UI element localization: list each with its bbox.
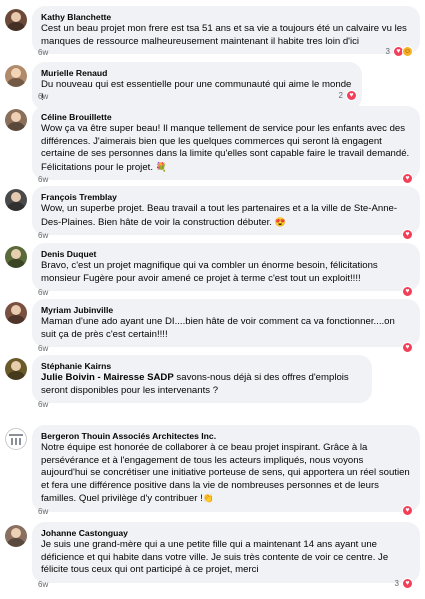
avatar[interactable] [5, 109, 27, 131]
comment-time[interactable]: 6w [38, 507, 48, 516]
heart-icon: ♥ [402, 286, 413, 297]
comment-time[interactable]: 6w [38, 92, 48, 101]
avatar[interactable] [5, 65, 27, 87]
comment-author[interactable]: Stéphanie Kairns [41, 360, 363, 372]
comment-bubble: Denis Duquet Bravo, c'est un projet magn… [32, 243, 420, 292]
comment-author[interactable]: Céline Brouillette [41, 111, 411, 123]
comment-text: Notre équipe est honorée de collaborer à… [41, 442, 410, 505]
comment-bubble: Johanne Castonguay Je suis une grand-mèr… [32, 522, 420, 583]
heart-icon: ♥ [402, 505, 413, 516]
comment-author[interactable]: Johanne Castonguay [41, 527, 411, 539]
comment-bubble: Murielle Renaud Du nouveau qui est essen… [32, 62, 362, 111]
comment-time[interactable]: 6w [38, 231, 48, 240]
heart-icon: ♥ [402, 229, 413, 240]
avatar[interactable] [5, 358, 27, 380]
comment-time[interactable]: 6w [38, 400, 48, 409]
comment-text: Bravo, c'est un projet magnifique qui va… [41, 260, 378, 284]
comment-time[interactable]: 6w [38, 580, 48, 589]
company-logo[interactable] [5, 428, 27, 450]
flowers-emoji: 💐 [155, 161, 167, 172]
clapping-emoji: 👏 [202, 493, 215, 504]
comment-bubble: Kathy Blanchette Cest un beau projet mon… [32, 6, 420, 55]
comment-bubble: Myriam Jubinville Maman d'une ado ayant … [32, 299, 420, 348]
heart-icon: ♥ [402, 173, 413, 184]
reaction-summary[interactable]: ♥ [399, 342, 413, 353]
reaction-summary[interactable]: 3 ♥ [395, 578, 413, 589]
avatar[interactable] [5, 246, 27, 268]
comment-text: Du nouveau qui est essentielle pour une … [41, 79, 352, 103]
comment-bubble: François Tremblay Wow, un superbe projet… [32, 186, 420, 236]
comment-time[interactable]: 6w [38, 175, 48, 184]
reaction-summary[interactable]: ♥ [399, 286, 413, 297]
comment-text: Julie Boivin - Mairesse SADP savons-nous… [41, 372, 349, 396]
comment-text: Cest un beau projet mon frere est tsa 51… [41, 23, 407, 47]
comment-author[interactable]: Denis Duquet [41, 248, 411, 260]
comment-author[interactable]: Murielle Renaud [41, 67, 353, 79]
reaction-count: 2 [338, 91, 343, 100]
comment-text: Je suis une grand-mère qui a une petite … [41, 539, 389, 576]
comment-bubble: Stéphanie Kairns Julie Boivin - Mairesse… [32, 355, 372, 404]
reaction-summary[interactable]: ♥ [399, 173, 413, 184]
comment-author[interactable]: François Tremblay [41, 191, 411, 203]
comment-text: Maman d'une ado ayant une DI....bien hât… [41, 316, 395, 340]
reaction-summary[interactable]: 3 ♥ ☺ [386, 46, 413, 57]
comment-time[interactable]: 6w [38, 344, 48, 353]
comment-bubble: Bergeron Thouin Associés Architectes Inc… [32, 425, 420, 512]
comment-time[interactable]: 6w [38, 48, 48, 57]
comment-author[interactable]: Myriam Jubinville [41, 304, 411, 316]
comment-bubble: Céline Brouillette Wow ça va être super … [32, 106, 420, 181]
reaction-count: 3 [394, 579, 399, 588]
avatar[interactable] [5, 302, 27, 324]
comment-time[interactable]: 6w [38, 288, 48, 297]
reaction-summary[interactable]: 2 ♥ [339, 90, 357, 101]
comment-thread: Kathy Blanchette Cest un beau projet mon… [0, 0, 425, 599]
comment-author[interactable]: Kathy Blanchette [41, 11, 411, 23]
comment-text: Wow ça va être super beau! Il manque tel… [41, 123, 410, 173]
comment-author[interactable]: Bergeron Thouin Associés Architectes Inc… [41, 430, 411, 442]
heart-icon: ♥ [346, 90, 357, 101]
care-icon: ☺ [402, 46, 413, 57]
reaction-summary[interactable]: ♥ [399, 505, 413, 516]
reaction-summary[interactable]: ♥ [399, 229, 413, 240]
avatar[interactable] [5, 525, 27, 547]
heart-eyes-emoji: 😍 [274, 216, 286, 227]
avatar[interactable] [5, 9, 27, 31]
mention-link[interactable]: Julie Boivin - Mairesse SADP [41, 372, 174, 383]
heart-icon: ♥ [402, 578, 413, 589]
comment-text: Wow, un superbe projet. Beau travail a t… [41, 203, 398, 228]
heart-icon: ♥ [402, 342, 413, 353]
avatar[interactable] [5, 189, 27, 211]
architect-logo-icon [9, 434, 23, 445]
reaction-count: 3 [385, 47, 390, 56]
